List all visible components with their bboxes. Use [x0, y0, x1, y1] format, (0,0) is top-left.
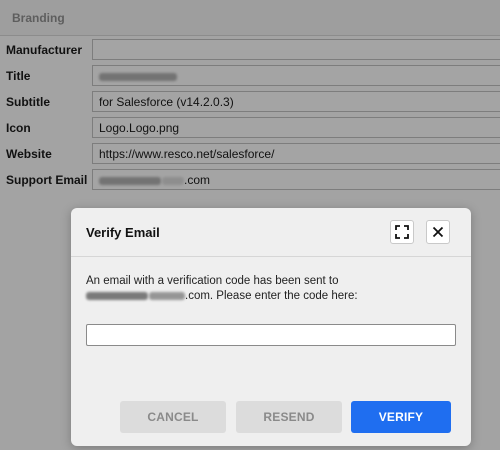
support-email-row: Support Email .com	[0, 167, 500, 193]
message-line-1: An email with a verification code has be…	[86, 275, 339, 287]
website-label: Website	[6, 147, 52, 161]
cancel-button[interactable]: CANCEL	[120, 401, 226, 433]
title-row: Title	[0, 63, 500, 89]
branding-section-header: Branding	[0, 0, 500, 36]
manufacturer-field[interactable]	[92, 39, 500, 60]
support-email-field[interactable]: .com	[92, 169, 500, 190]
subtitle-row: Subtitle for Salesforce (v14.2.0.3)	[0, 89, 500, 115]
close-icon	[432, 226, 444, 238]
icon-label: Icon	[6, 121, 31, 135]
expand-icon	[395, 225, 409, 239]
manufacturer-label: Manufacturer	[6, 43, 83, 57]
subtitle-field[interactable]: for Salesforce (v14.2.0.3)	[92, 91, 500, 112]
redacted-email-domain	[162, 176, 184, 185]
redacted-email-user	[99, 176, 161, 185]
manufacturer-row: Manufacturer	[0, 37, 500, 63]
redacted-email-domain	[149, 291, 185, 300]
title-field[interactable]	[92, 65, 500, 86]
redacted-title-value	[99, 72, 177, 81]
section-title: Branding	[12, 11, 65, 25]
verify-button[interactable]: VERIFY	[351, 401, 451, 433]
maximize-button[interactable]	[390, 220, 414, 244]
website-row: Website https://www.resco.net/salesforce…	[0, 141, 500, 167]
dialog-title: Verify Email	[86, 225, 160, 240]
icon-field[interactable]: Logo.Logo.png	[92, 117, 500, 138]
title-label: Title	[6, 69, 31, 83]
message-line-2: .com. Please enter the code here:	[86, 289, 456, 304]
website-field[interactable]: https://www.resco.net/salesforce/	[92, 143, 500, 164]
subtitle-label: Subtitle	[6, 95, 50, 109]
dialog-header: Verify Email	[71, 208, 471, 257]
icon-row: Icon Logo.Logo.png	[0, 115, 500, 141]
verify-email-dialog: Verify Email An email with a verificatio…	[71, 208, 471, 446]
message-suffix: .com. Please enter the code here:	[185, 290, 358, 302]
dialog-message: An email with a verification code has be…	[86, 274, 456, 304]
redacted-email-user	[86, 291, 148, 300]
close-button[interactable]	[426, 220, 450, 244]
verification-code-input[interactable]	[86, 324, 456, 346]
resend-button[interactable]: RESEND	[236, 401, 342, 433]
support-email-label: Support Email	[6, 173, 88, 187]
